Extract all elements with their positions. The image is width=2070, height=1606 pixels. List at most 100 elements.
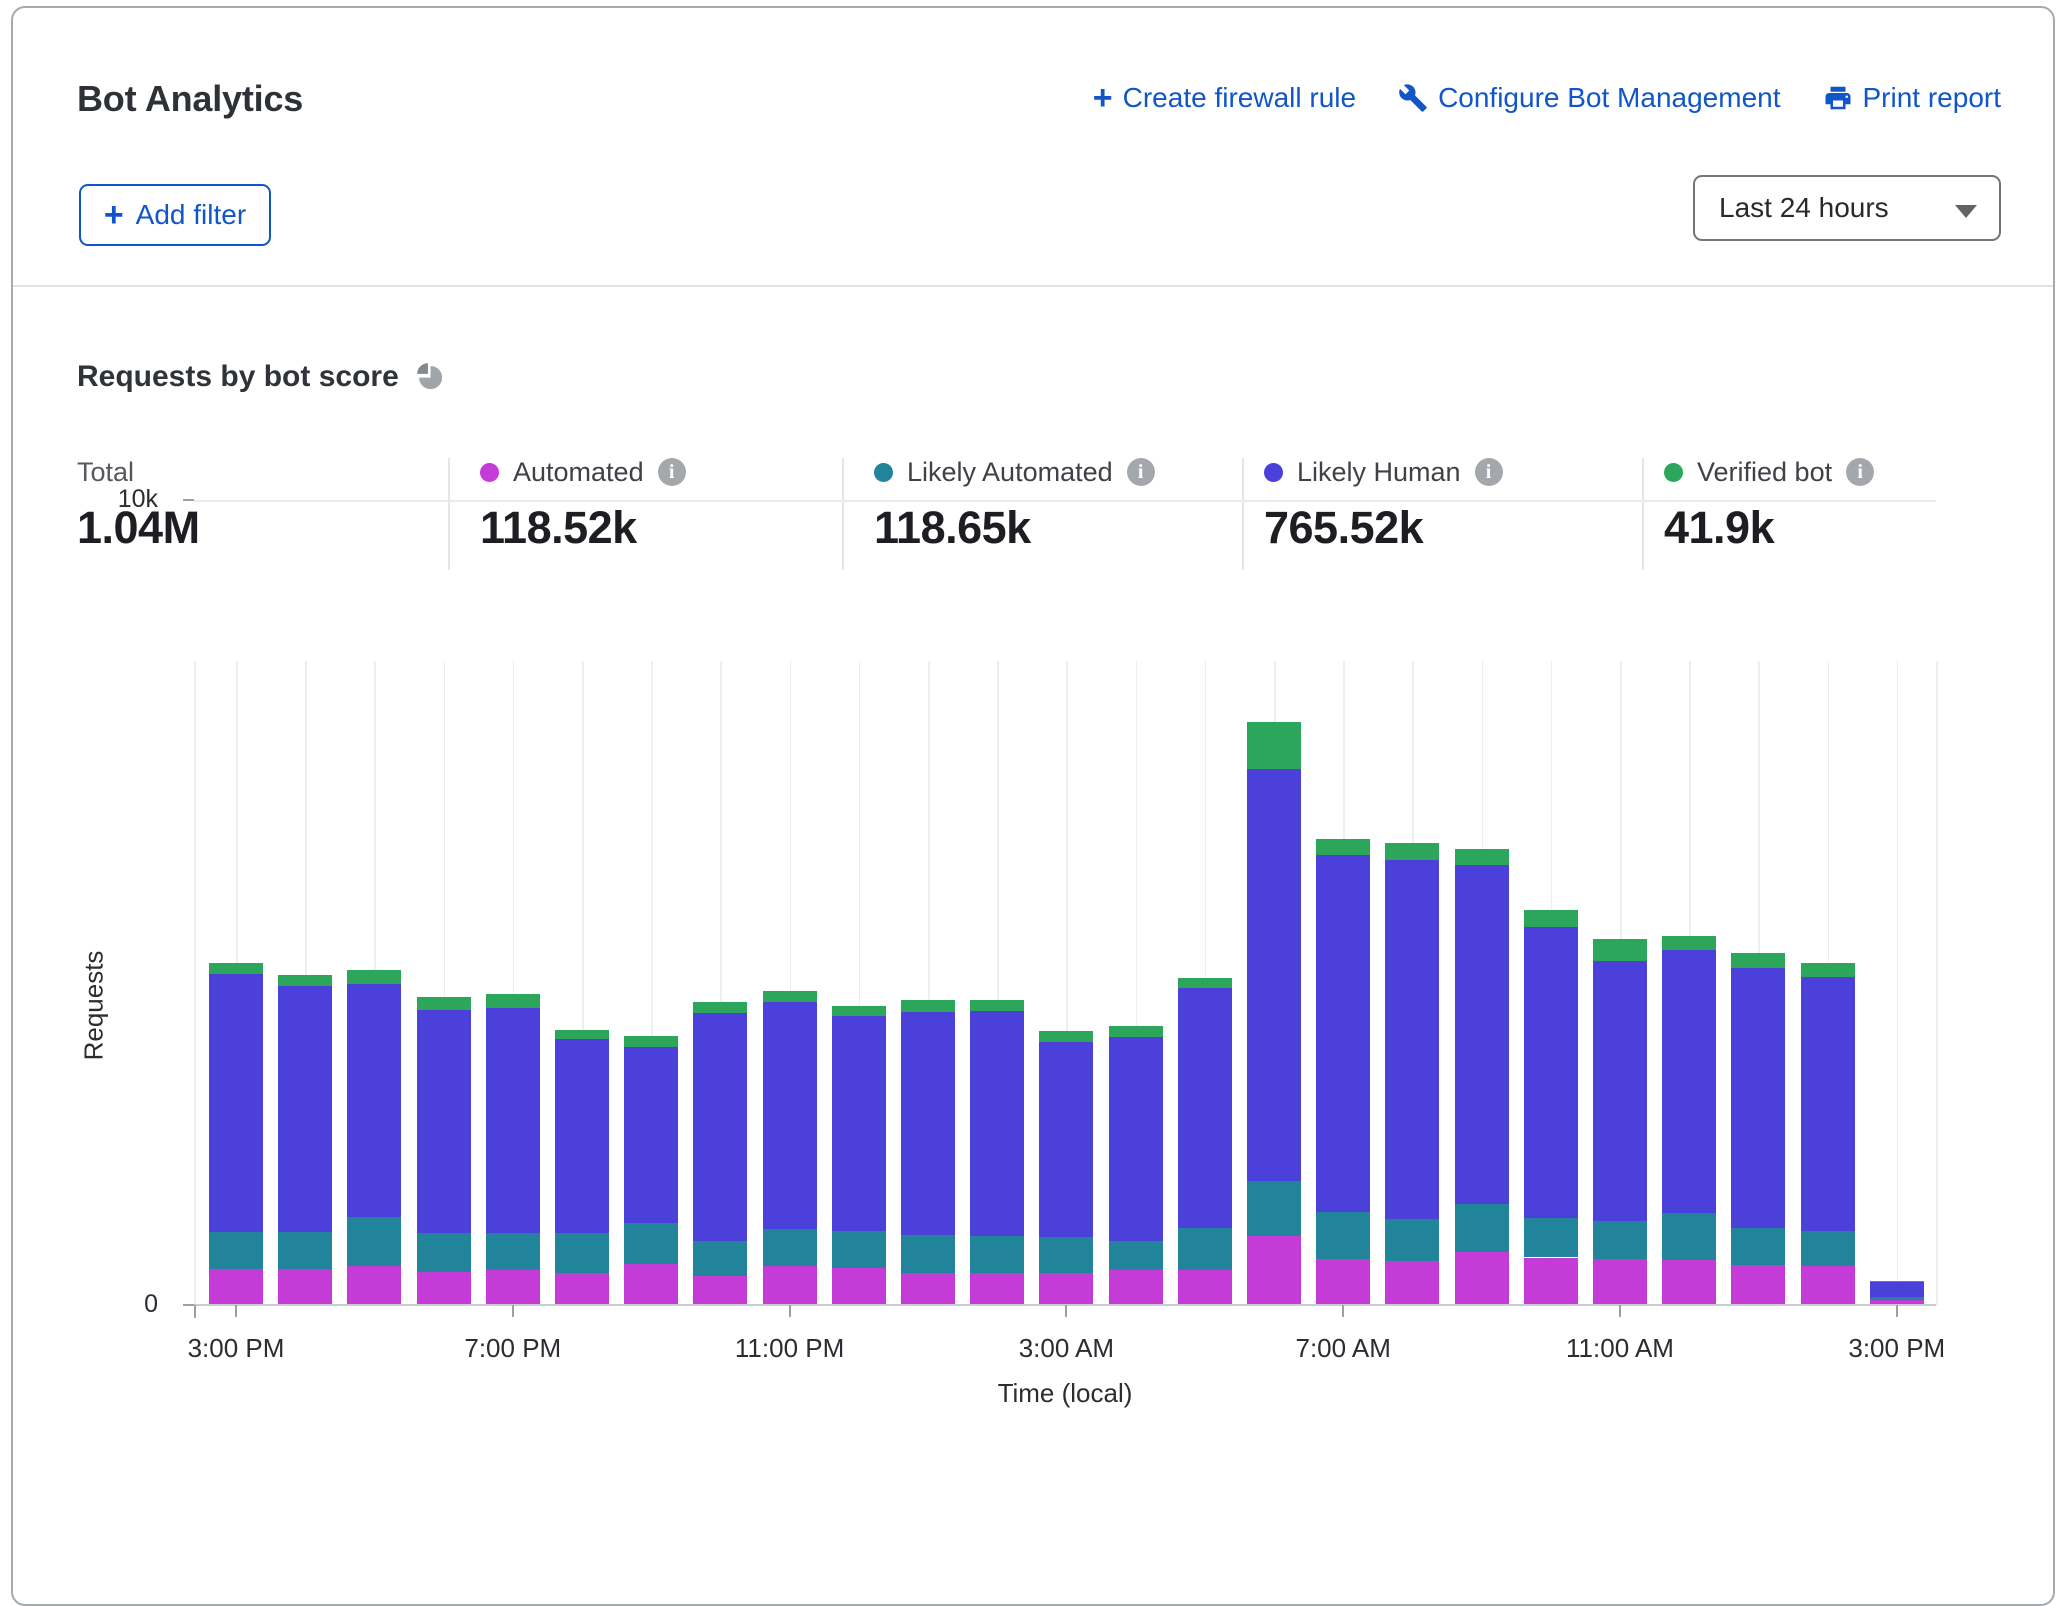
bar-segment-likely-automated[interactable] [1316,1212,1370,1259]
bar-segment-verified-bot[interactable] [624,1036,678,1047]
bar-segment-likely-human[interactable] [1870,1282,1924,1297]
bar-segment-likely-automated[interactable] [1385,1219,1439,1261]
bar-segment-likely-human[interactable] [417,1010,471,1233]
bar-segment-likely-human[interactable] [1801,977,1855,1231]
bar-segment-likely-automated[interactable] [555,1233,609,1272]
bar-segment-verified-bot[interactable] [1662,936,1716,950]
bar-segment-likely-human[interactable] [1385,860,1439,1219]
bar-segment-likely-human[interactable] [1316,855,1370,1212]
info-icon[interactable]: i [1127,458,1155,486]
bar-segment-automated[interactable] [1039,1273,1093,1305]
bar-segment-verified-bot[interactable] [1593,939,1647,962]
bar-segment-likely-human[interactable] [624,1047,678,1222]
info-icon[interactable]: i [1846,458,1874,486]
bar-segment-likely-automated[interactable] [1662,1213,1716,1260]
bar-segment-likely-automated[interactable] [1801,1231,1855,1266]
bar-segment-automated[interactable] [970,1273,1024,1305]
bar-segment-likely-human[interactable] [1109,1037,1163,1241]
bar-segment-verified-bot[interactable] [555,1030,609,1040]
bar-segment-automated[interactable] [1178,1270,1232,1305]
bar-segment-automated[interactable] [1801,1266,1855,1305]
bar-segment-automated[interactable] [1247,1236,1301,1305]
bar-segment-verified-bot[interactable] [1247,722,1301,769]
bar-segment-verified-bot[interactable] [1316,839,1370,855]
bar-segment-likely-human[interactable] [347,984,401,1217]
bar-segment-likely-human[interactable] [278,986,332,1232]
bar-segment-automated[interactable] [417,1272,471,1305]
bar-segment-verified-bot[interactable] [901,1000,955,1012]
bar-segment-automated[interactable] [832,1268,886,1305]
bar-segment-automated[interactable] [1731,1265,1785,1305]
bar-segment-likely-human[interactable] [1593,961,1647,1221]
bar-segment-likely-automated[interactable] [1247,1181,1301,1236]
bar-segment-likely-automated[interactable] [1455,1204,1509,1252]
bar-segment-likely-automated[interactable] [624,1223,678,1264]
info-icon[interactable]: i [658,458,686,486]
bar-segment-verified-bot[interactable] [486,994,540,1008]
bar-segment-verified-bot[interactable] [1801,963,1855,977]
add-filter-button[interactable]: + Add filter [79,184,271,246]
bar-segment-automated[interactable] [1109,1270,1163,1305]
bar-segment-verified-bot[interactable] [1455,849,1509,864]
bar-segment-automated[interactable] [1593,1259,1647,1305]
bar-segment-likely-human[interactable] [1455,865,1509,1204]
bar-segment-likely-human[interactable] [1731,968,1785,1228]
bar-segment-likely-human[interactable] [832,1016,886,1231]
bar-segment-verified-bot[interactable] [1731,953,1785,967]
bar-segment-verified-bot[interactable] [1039,1031,1093,1041]
bar-segment-automated[interactable] [486,1270,540,1305]
bar-segment-likely-human[interactable] [1524,927,1578,1218]
bar-segment-verified-bot[interactable] [832,1006,886,1016]
bar-segment-automated[interactable] [763,1266,817,1305]
bar-segment-verified-bot[interactable] [970,1000,1024,1011]
bar-segment-automated[interactable] [624,1264,678,1305]
bar-segment-likely-automated[interactable] [1731,1228,1785,1265]
bar-segment-likely-human[interactable] [901,1012,955,1235]
bar-segment-likely-human[interactable] [209,974,263,1232]
bar-segment-likely-automated[interactable] [278,1232,332,1269]
bar-segment-likely-automated[interactable] [209,1232,263,1269]
bar-segment-likely-automated[interactable] [901,1235,955,1273]
bar-segment-likely-automated[interactable] [1178,1228,1232,1271]
bar-segment-automated[interactable] [693,1276,747,1305]
bar-segment-verified-bot[interactable] [417,997,471,1010]
bar-segment-verified-bot[interactable] [278,975,332,986]
bar-segment-automated[interactable] [555,1273,609,1305]
bar-segment-likely-human[interactable] [1039,1042,1093,1237]
bar-segment-verified-bot[interactable] [1178,978,1232,988]
bar-segment-verified-bot[interactable] [1870,1281,1924,1282]
bar-segment-automated[interactable] [901,1273,955,1305]
bar-segment-likely-automated[interactable] [417,1233,471,1272]
bar-segment-automated[interactable] [1316,1259,1370,1305]
bar-segment-likely-human[interactable] [555,1039,609,1233]
bar-segment-automated[interactable] [209,1269,263,1305]
bar-segment-likely-human[interactable] [486,1008,540,1233]
bar-segment-verified-bot[interactable] [347,970,401,984]
bar-segment-likely-automated[interactable] [1039,1237,1093,1273]
create-firewall-rule-link[interactable]: + Create firewall rule [1093,82,1356,114]
bar-segment-likely-automated[interactable] [763,1229,817,1265]
bar-segment-likely-automated[interactable] [347,1217,401,1265]
bar-segment-verified-bot[interactable] [1109,1026,1163,1036]
bar-segment-automated[interactable] [1662,1260,1716,1305]
bar-segment-automated[interactable] [278,1269,332,1305]
time-range-select[interactable]: Last 24 hours [1693,175,2001,241]
bar-segment-likely-automated[interactable] [1524,1218,1578,1257]
bar-segment-likely-human[interactable] [1247,769,1301,1181]
bar-segment-likely-automated[interactable] [1870,1297,1924,1300]
bar-segment-likely-automated[interactable] [486,1233,540,1270]
bar-segment-likely-automated[interactable] [832,1231,886,1268]
bar-segment-verified-bot[interactable] [763,991,817,1002]
info-icon[interactable]: i [1475,458,1503,486]
bar-segment-verified-bot[interactable] [693,1002,747,1012]
bar-segment-automated[interactable] [1524,1258,1578,1305]
bar-segment-likely-automated[interactable] [1109,1241,1163,1271]
bar-segment-automated[interactable] [1455,1252,1509,1305]
bar-segment-likely-human[interactable] [970,1011,1024,1236]
bar-segment-likely-human[interactable] [1178,988,1232,1228]
bar-segment-verified-bot[interactable] [1524,910,1578,928]
configure-bot-management-link[interactable]: Configure Bot Management [1398,82,1780,114]
bar-segment-likely-human[interactable] [693,1013,747,1241]
bar-segment-likely-automated[interactable] [693,1241,747,1276]
bar-segment-likely-automated[interactable] [1593,1221,1647,1259]
